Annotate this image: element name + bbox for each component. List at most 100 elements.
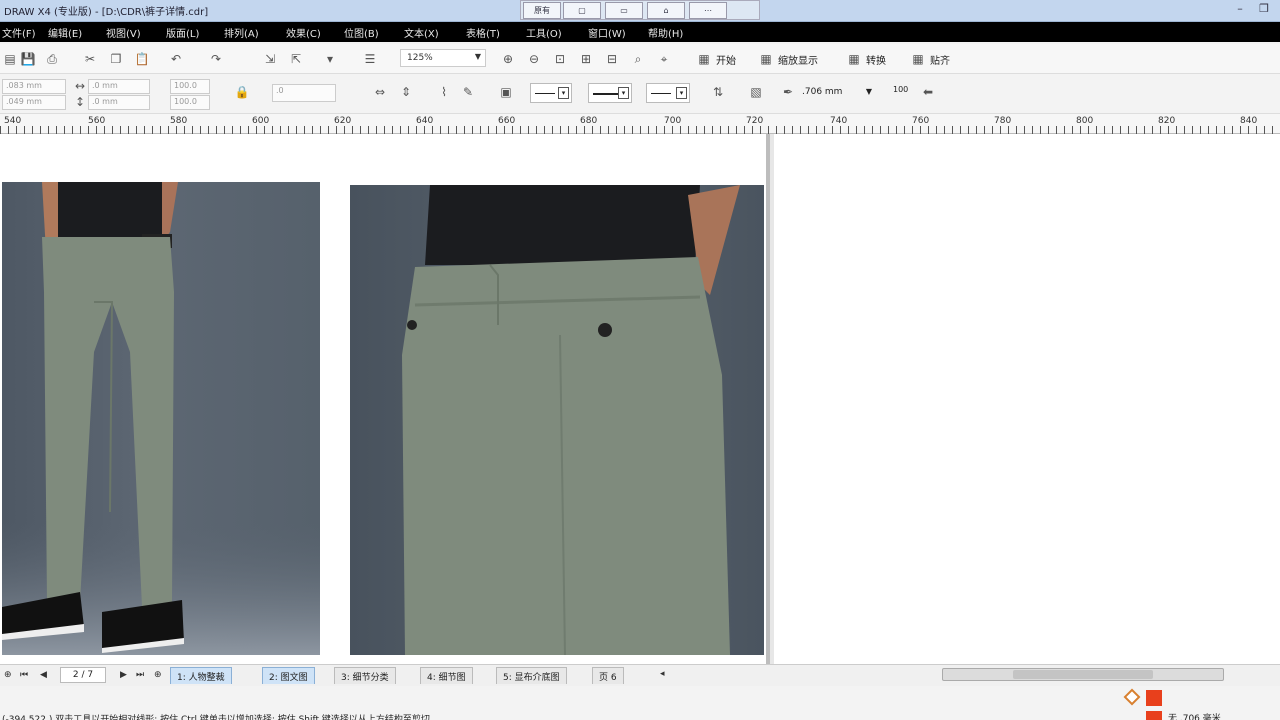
page-tab-5[interactable]: 5: 显布介底图 [496,667,567,684]
menu-effects[interactable]: 效果(C) [286,25,321,40]
menu-text[interactable]: 文本(X) [404,25,439,40]
menu-layout[interactable]: 版面(L) [166,25,199,40]
cut-icon[interactable]: ✂ [82,51,98,67]
zoom-display-icon[interactable]: ▦ [758,51,774,67]
line-style-select[interactable]: ▾ [588,83,632,103]
menu-tools[interactable]: 工具(O) [526,25,562,40]
toolbar-label-convert[interactable]: 转换 [866,52,886,67]
add-page-icon[interactable]: ⊕ [4,670,12,680]
zoom-in-icon[interactable]: ⊕ [500,51,516,67]
page-tab-6[interactable]: 页 6 [592,667,624,684]
zoom-page-icon[interactable]: ⊟ [604,51,620,67]
add-page-after-icon[interactable]: ⊕ [154,670,162,680]
rotation-angle-field[interactable]: .0 [272,84,336,102]
mini-frame-icon[interactable]: ▢ [563,2,601,19]
pen-icon[interactable]: ✎ [460,84,476,100]
import-icon[interactable]: ⇲ [262,51,278,67]
menu-help[interactable]: 帮助(H) [648,25,683,40]
scale-y-field[interactable]: 100.0 [170,95,210,110]
end-arrow-select[interactable]: ▾ [646,83,690,103]
export-icon[interactable]: ⇱ [288,51,304,67]
mini-more-icon[interactable]: ⋯ [689,2,727,19]
wrap-text-icon[interactable]: ⌇ [436,84,452,100]
menu-file[interactable]: 文件(F) [2,25,36,40]
menu-window[interactable]: 窗口(W) [588,25,626,40]
property-bar: .083 mm .049 mm ↔ ↕ .0 mm .0 mm 100.0 10… [0,74,1280,114]
toolbar-label-zoom-display[interactable]: 缩放显示 [778,52,818,67]
ruler-label: 820 [1158,116,1176,126]
arrow-line-icon [535,93,555,94]
width-icon: ↔ [74,79,86,93]
zoom-selected-icon[interactable]: ⊡ [552,51,568,67]
swap-icon[interactable]: ⇅ [710,84,726,100]
window-title: DRAW X4 (专业版) - [D:\CDR\裤子详情.cdr] [4,7,209,18]
print-icon[interactable]: ⎙ [44,51,60,67]
toolbar-label-start[interactable]: 开始 [716,52,736,67]
convert-curve-icon[interactable]: ▧ [748,84,764,100]
scrollbar-thumb[interactable] [1013,670,1153,679]
open-icon[interactable]: ▤ [2,51,18,67]
menu-edit[interactable]: 编辑(E) [48,25,82,40]
fill-color-swatch[interactable] [1146,690,1162,706]
ruler-label: 780 [994,116,1012,126]
page-tab-2[interactable]: 2: 图文图 [262,667,315,684]
height-field[interactable]: .0 mm [88,95,150,110]
standard-toolbar: ▤ 💾 ⎙ ✂ ❐ 📋 ↶ ↷ ⇲ ⇱ ▾ ☰ ⊕ ⊖ ⊡ ⊞ ⊟ ⌕ ⌖ ▦ … [0,44,1280,74]
undo-icon[interactable]: ↶ [168,51,184,67]
snap-icon[interactable]: ▦ [910,51,926,67]
zoom-out-icon[interactable]: ⊖ [526,51,542,67]
page-tab-1[interactable]: 1: 人物整裁 [170,667,232,684]
zoom-width-icon[interactable]: ⌕ [630,51,646,67]
mirror-v-icon[interactable]: ⇕ [398,84,414,100]
percent-field[interactable]: 100 [890,84,920,102]
page-indicator[interactable]: 2 / 7 [60,667,106,683]
menu-bitmaps[interactable]: 位图(B) [344,25,379,40]
copy-icon[interactable]: ❐ [108,51,124,67]
mini-home-icon[interactable]: ⌂ [647,2,685,19]
prev-page-icon[interactable]: ◀ [40,670,47,680]
convert-icon[interactable]: ▦ [846,51,862,67]
horizontal-scrollbar[interactable] [942,668,1224,681]
menu-arrange[interactable]: 排列(A) [224,25,259,40]
tab-scroll-right-icon[interactable]: ◂ [660,669,665,679]
welcome-icon[interactable]: ▦ [696,51,712,67]
zoom-all-icon[interactable]: ⊞ [578,51,594,67]
save-icon[interactable]: 💾 [20,51,36,67]
last-page-icon[interactable]: ⏭ [136,670,144,680]
ruler-label: 700 [664,116,682,126]
corel-online-icon[interactable]: ☰ [362,51,378,67]
redo-icon[interactable]: ↷ [208,51,224,67]
paste-icon[interactable]: 📋 [134,51,150,67]
first-page-icon[interactable]: ⏮ [20,670,28,680]
width-field[interactable]: .0 mm [88,79,150,94]
toolbar-label-snap[interactable]: 贴齐 [930,52,950,67]
zoom-height-icon[interactable]: ⌖ [656,51,672,67]
x-position-field[interactable]: .083 mm [2,79,66,94]
back-view-illustration [402,185,740,655]
lock-ratio-icon[interactable]: 🔒 [234,84,250,100]
coreldraw-window: DRAW X4 (专业版) - [D:\CDR\裤子详情.cdr] 原有 ▢ ▭… [0,0,1280,720]
ruler-label: 640 [416,116,434,126]
page-tab-3[interactable]: 3: 细节分类 [334,667,396,684]
arrow-left-icon[interactable]: ⬅ [920,84,936,100]
y-position-field[interactable]: .049 mm [2,95,66,110]
scale-x-field[interactable]: 100.0 [170,79,210,94]
start-arrow-select[interactable]: ▾ [530,83,572,103]
restore-icon[interactable]: ❐ [1254,2,1274,18]
mini-window-icon[interactable]: ▭ [605,2,643,19]
page-tab-4[interactable]: 4: 细节图 [420,667,473,684]
outline-width-select[interactable]: .706 mm ▼ [798,83,876,103]
product-photo-back[interactable] [350,185,764,655]
outline-color-swatch[interactable] [1146,711,1162,720]
next-page-icon[interactable]: ▶ [120,670,127,680]
mini-original-button[interactable]: 原有 [523,2,561,19]
menu-view[interactable]: 视图(V) [106,25,141,40]
app-launcher-icon[interactable]: ▾ [322,51,338,67]
minimize-icon[interactable]: – [1230,2,1250,18]
arrange-icon[interactable]: ▣ [498,84,514,100]
product-photo-front[interactable] [2,182,320,655]
ruler-label: 540 [4,116,22,126]
zoom-level-select[interactable]: 125% ▼ [400,49,486,67]
mirror-h-icon[interactable]: ⇔ [372,84,388,100]
menu-table[interactable]: 表格(T) [466,25,500,40]
